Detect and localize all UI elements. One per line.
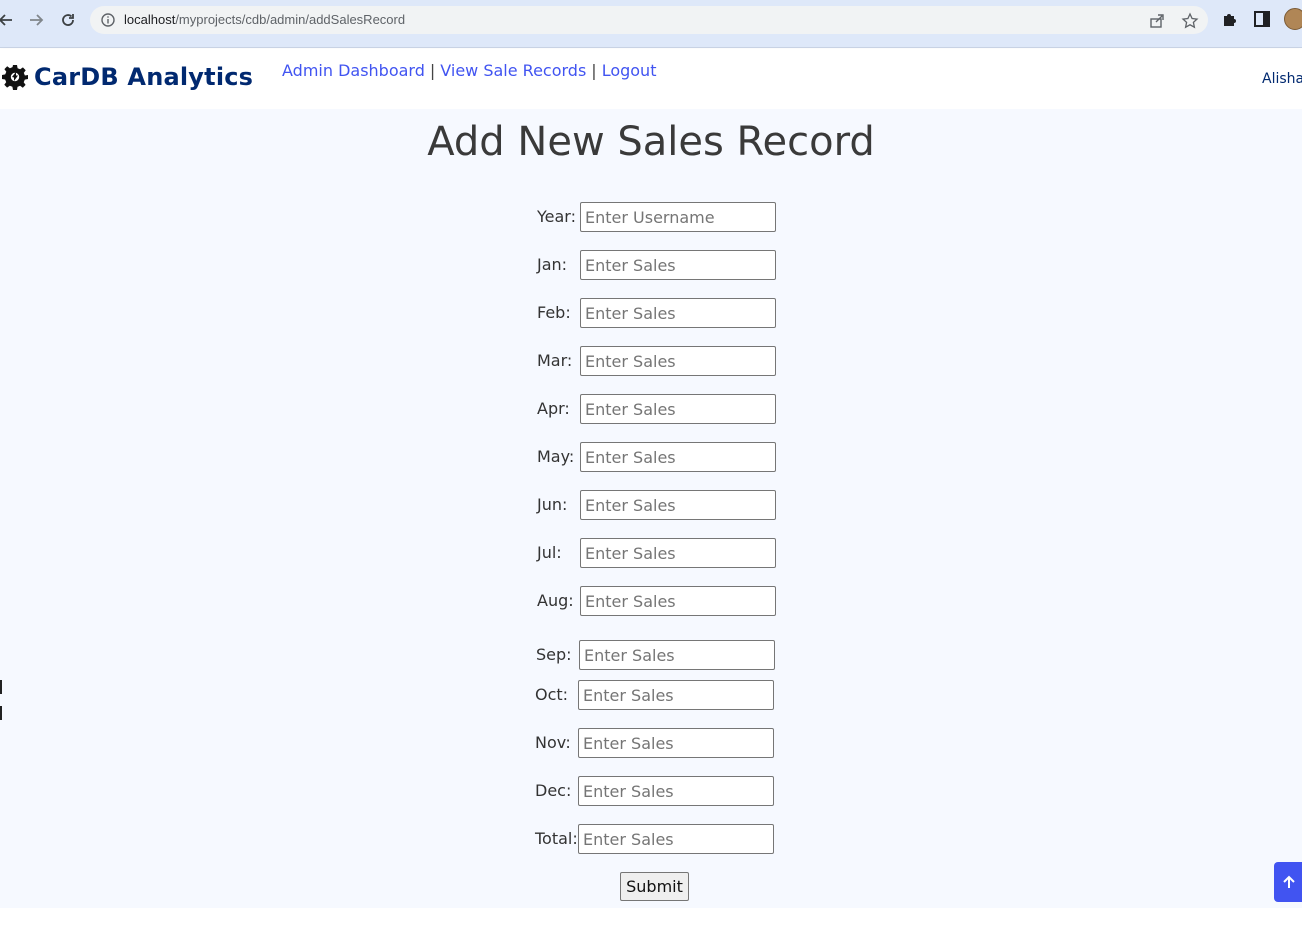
field-label: Year: (537, 207, 576, 226)
mar-sales-input[interactable] (580, 346, 776, 376)
brand-name: CarDB Analytics (34, 63, 254, 91)
field-label: May: (537, 447, 575, 466)
aug-sales-input[interactable] (580, 586, 776, 616)
browser-toolbar: localhost/myprojects/cdb/admin/addSalesR… (0, 0, 1302, 48)
field-label: Aug: (537, 591, 574, 610)
nov-sales-input[interactable] (578, 728, 774, 758)
nav-admin-dashboard[interactable]: Admin Dashboard (282, 61, 425, 80)
jan-sales-input[interactable] (580, 250, 776, 280)
field-label: Apr: (537, 399, 570, 418)
jun-sales-input[interactable] (580, 490, 776, 520)
side-panel-icon[interactable] (1253, 10, 1271, 28)
site-header: CarDB Analytics Admin Dashboard | View Sal… (0, 49, 1302, 109)
user-name[interactable]: Alisha (1262, 71, 1302, 87)
field-label: Total: (535, 829, 578, 848)
field-label: Jun: (537, 495, 568, 514)
profile-avatar[interactable] (1284, 8, 1302, 30)
brand-logo[interactable]: CarDB Analytics (2, 63, 253, 91)
nav-separator: | (429, 61, 436, 80)
nav-logout[interactable]: Logout (602, 61, 657, 80)
may-sales-input[interactable] (580, 442, 776, 472)
star-icon[interactable] (1181, 12, 1199, 30)
page-bottom (0, 908, 1302, 926)
field-label: Sep: (536, 645, 572, 664)
nav-separator: | (591, 61, 597, 80)
edge-artifact (0, 706, 2, 720)
field-label: Dec: (535, 781, 572, 800)
back-arrow-icon[interactable] (0, 8, 18, 32)
back-to-top-button[interactable] (1274, 862, 1302, 902)
total-sales-input[interactable] (578, 824, 774, 854)
submit-button[interactable]: Submit (620, 872, 689, 901)
nav-view-sale-records[interactable]: View Sale Records (440, 61, 586, 80)
forward-arrow-icon[interactable] (24, 8, 48, 32)
edge-artifact (0, 680, 2, 694)
field-label: Feb: (537, 303, 571, 322)
field-label: Nov: (535, 733, 571, 752)
field-label: Oct: (535, 685, 569, 704)
gear-icon (2, 65, 28, 90)
address-bar[interactable]: localhost/myprojects/cdb/admin/addSalesR… (90, 6, 1208, 34)
dec-sales-input[interactable] (578, 776, 774, 806)
share-icon[interactable] (1148, 12, 1166, 30)
field-label: Mar: (537, 351, 573, 370)
info-icon[interactable] (100, 12, 116, 28)
jul-sales-input[interactable] (580, 538, 776, 568)
year-input[interactable] (580, 202, 776, 232)
feb-sales-input[interactable] (580, 298, 776, 328)
field-label: Jan: (537, 255, 568, 274)
field-label: Jul: (537, 543, 562, 562)
main-content: Add New Sales Record Year: Jan: Feb: Mar… (0, 109, 1302, 908)
page-title: Add New Sales Record (427, 119, 875, 165)
oct-sales-input[interactable] (578, 680, 774, 710)
arrow-up-icon (1283, 875, 1295, 888)
sep-sales-input[interactable] (579, 640, 775, 670)
top-nav: Admin Dashboard | View Sale Records | Logout (282, 61, 656, 80)
reload-icon[interactable] (56, 8, 80, 32)
extensions-icon[interactable] (1221, 10, 1239, 28)
apr-sales-input[interactable] (580, 394, 776, 424)
url-text: localhost/myprojects/cdb/admin/addSalesR… (124, 12, 406, 27)
